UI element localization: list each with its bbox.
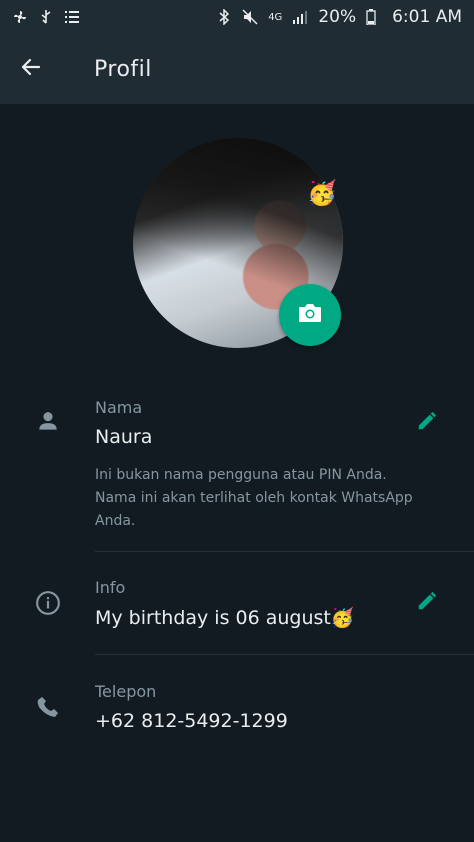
pencil-icon: [416, 590, 438, 616]
usb-icon: [38, 9, 54, 25]
edit-name-button[interactable]: [412, 408, 442, 438]
name-label: Nama: [95, 398, 143, 417]
phone-label: Telepon: [95, 682, 157, 701]
back-button[interactable]: [16, 54, 46, 84]
person-icon: [33, 406, 63, 436]
fan-icon: [12, 9, 28, 25]
camera-icon: [297, 301, 323, 329]
name-row[interactable]: Nama Naura Ini bukan nama pengguna atau …: [0, 390, 474, 550]
info-value: My birthday is 06 august🥳: [95, 607, 355, 629]
battery-icon: [366, 9, 382, 26]
edit-info-button[interactable]: [412, 588, 442, 618]
phone-value: +62 812-5492-1299: [95, 710, 288, 732]
party-sticker: 🥳: [307, 179, 337, 207]
signal-icon: [292, 9, 308, 25]
status-left: [12, 9, 80, 25]
status-bar: 4G 20% 6:01 AM: [0, 0, 474, 34]
battery-percentage: 20%: [318, 7, 357, 27]
name-hint: Ini bukan nama pengguna atau PIN Anda. N…: [95, 467, 413, 529]
info-icon: [33, 588, 63, 618]
network-4g-label: 4G: [268, 11, 283, 23]
notification-list-icon: [64, 9, 80, 25]
pencil-icon: [416, 410, 438, 436]
phone-icon: [33, 692, 63, 722]
info-label: Info: [95, 578, 126, 597]
bluetooth-icon: [216, 8, 232, 26]
divider: [95, 551, 474, 552]
phone-row[interactable]: Telepon +62 812-5492-1299: [0, 676, 474, 756]
arrow-left-icon: [19, 55, 43, 83]
page-title: Profil: [94, 56, 152, 82]
clock: 6:01 AM: [392, 7, 462, 27]
status-right: 4G 20% 6:01 AM: [216, 7, 462, 27]
mute-icon: [242, 9, 258, 25]
profile-photo-container: 🥳: [133, 138, 343, 348]
info-row[interactable]: Info My birthday is 06 august🥳: [0, 572, 474, 654]
app-bar: Profil: [0, 34, 474, 104]
divider: [95, 654, 474, 655]
name-value: Naura: [95, 426, 153, 448]
change-photo-button[interactable]: [279, 284, 341, 346]
